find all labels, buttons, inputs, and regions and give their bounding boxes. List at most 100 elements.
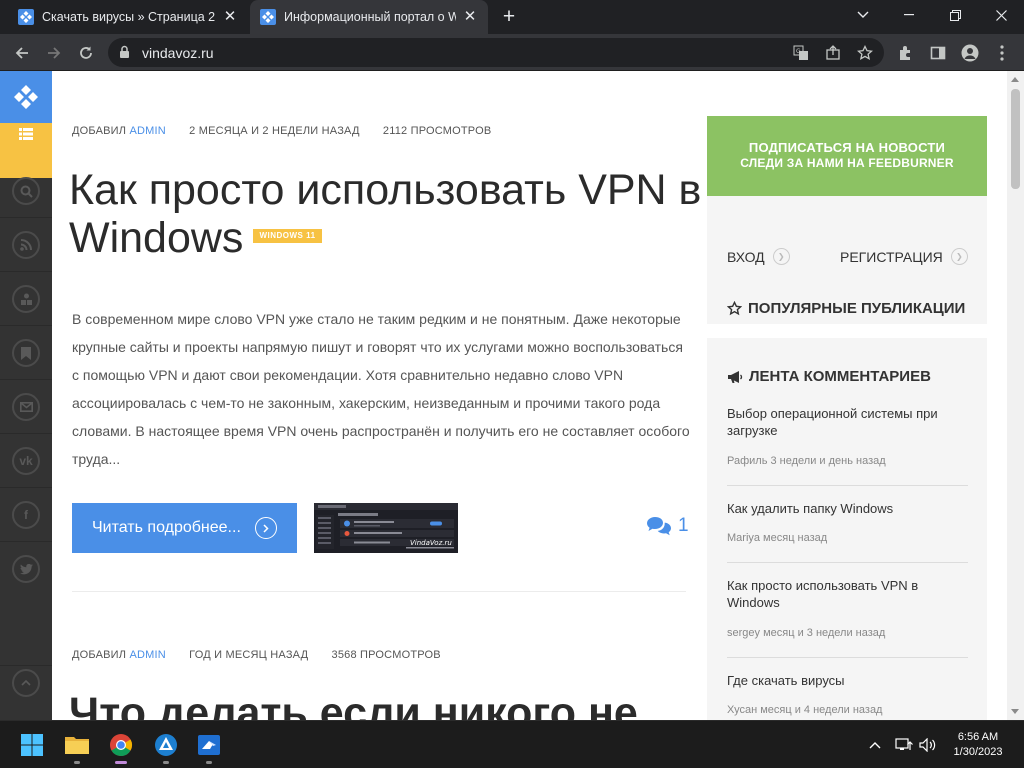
vk-icon[interactable]: vk xyxy=(12,447,40,475)
new-tab-button[interactable]: + xyxy=(498,6,520,28)
tab-search-chevron-icon[interactable] xyxy=(840,0,886,30)
scroll-down-arrow-icon[interactable] xyxy=(1011,709,1019,714)
close-window-button[interactable] xyxy=(978,0,1024,30)
profile-avatar-icon[interactable] xyxy=(956,39,984,67)
subscribe-banner[interactable]: ПОДПИСАТЬСЯ НА НОВОСТИ СЛЕДИ ЗА НАМИ НА … xyxy=(707,116,987,196)
address-bar[interactable]: vindavoz.ru G xyxy=(108,38,884,67)
meta-added-by: ДОБАВИЛ xyxy=(72,125,127,137)
minimize-button[interactable] xyxy=(886,0,932,30)
comment-divider xyxy=(727,485,968,486)
feed-label: ЛЕНТА КОММЕНТАРИЕВ xyxy=(749,368,931,385)
tab-title: Информационный портал о Windows xyxy=(284,10,456,24)
comment-meta: Mariya месяц назад xyxy=(727,532,828,544)
scroll-up-icon[interactable] xyxy=(12,669,40,697)
restore-button[interactable] xyxy=(932,0,978,30)
comment-meta: sergey месяц и 3 недели назад xyxy=(727,627,886,639)
sidebar-divider xyxy=(0,217,52,218)
chrome-menu-icon[interactable] xyxy=(988,39,1016,67)
close-tab-icon[interactable]: ✕ xyxy=(222,9,238,25)
bookmark-star-icon[interactable] xyxy=(855,43,875,63)
search-icon[interactable] xyxy=(12,177,40,205)
windows-taskbar: 6:56 AM 1/30/2023 xyxy=(0,720,1024,768)
meta-added-by: ДОБАВИЛ xyxy=(72,649,127,661)
subscribe-subtitle: СЛЕДИ ЗА НАМИ НА FEEDBURNER xyxy=(740,156,954,170)
lock-icon[interactable] xyxy=(119,45,130,59)
comment-meta: Рафиль 3 недели и день назад xyxy=(727,455,886,467)
browser-tab-strip: Скачать вирусы » Страница 2 ✕ Информацио… xyxy=(0,0,1024,34)
browser-tab[interactable]: Скачать вирусы » Страница 2 ✕ xyxy=(8,0,248,34)
post-excerpt: В современном мире слово VPN уже стало н… xyxy=(72,311,690,467)
megaphone-icon xyxy=(728,370,743,383)
star-icon xyxy=(727,301,742,316)
browser-toolbar: vindavoz.ru G xyxy=(0,34,1024,71)
comment-post-link[interactable]: Как просто использовать VPN в Windows xyxy=(727,577,972,611)
start-menu-icon[interactable] xyxy=(16,729,48,761)
active-app-indicator xyxy=(115,761,127,764)
post-title[interactable]: Как просто использовать VPN в Windows WIN… xyxy=(69,166,709,262)
browser-tab-active[interactable]: Информационный портал о Windows ✕ xyxy=(250,0,488,34)
forward-button[interactable] xyxy=(40,39,68,67)
extensions-icon[interactable] xyxy=(892,39,920,67)
scrollbar-thumb[interactable] xyxy=(1011,89,1020,189)
sidebar-divider xyxy=(0,487,52,488)
tab-title: Скачать вирусы » Страница 2 xyxy=(42,10,216,24)
bookmark-icon[interactable] xyxy=(12,339,40,367)
comments-icon xyxy=(647,517,671,536)
show-hidden-icons-chevron-icon[interactable] xyxy=(860,729,890,761)
side-panel-icon[interactable] xyxy=(924,39,952,67)
site-logo-icon[interactable] xyxy=(0,71,52,123)
register-label: РЕГИСТРАЦИЯ xyxy=(840,248,943,265)
reload-button[interactable] xyxy=(72,39,100,67)
site-favicon-icon xyxy=(260,9,276,25)
chrome-app-icon[interactable] xyxy=(105,729,137,764)
login-link[interactable]: ВХОД ❯ xyxy=(727,248,790,265)
comment-post-link[interactable]: Где скачать вирусы xyxy=(727,672,972,689)
svg-text:G: G xyxy=(796,48,801,55)
left-icon-sidebar: vk f xyxy=(0,71,52,720)
running-indicator xyxy=(206,761,212,764)
system-clock[interactable]: 6:56 AM 1/30/2023 xyxy=(940,730,1016,760)
category-tag[interactable]: WINDOWS 11 xyxy=(253,229,322,243)
close-tab-icon[interactable]: ✕ xyxy=(462,9,478,25)
post-title[interactable]: Что делать если никого не xyxy=(69,689,709,720)
back-button[interactable] xyxy=(8,39,36,67)
popular-posts-heading: ПОПУЛЯРНЫЕ ПУБЛИКАЦИИ xyxy=(727,300,965,317)
url-text[interactable]: vindavoz.ru xyxy=(142,45,214,61)
rss-icon[interactable] xyxy=(12,231,40,259)
page-scrollbar[interactable] xyxy=(1007,71,1024,720)
list-menu-icon xyxy=(19,128,33,140)
post-divider xyxy=(72,591,686,592)
comments-feed-heading: ЛЕНТА КОММЕНТАРИЕВ xyxy=(727,368,931,385)
scroll-up-arrow-icon[interactable] xyxy=(1011,77,1019,82)
sidebar-divider xyxy=(0,541,52,542)
post-thumbnail-image[interactable]: VindaVoz.ru xyxy=(314,503,458,553)
menu-toggle-button[interactable] xyxy=(0,123,52,178)
post-views: 2112 ПРОСМОТРОВ xyxy=(382,125,492,137)
comment-post-link[interactable]: Выбор операционной системы при загрузке xyxy=(727,405,972,439)
clock-time: 6:56 AM xyxy=(957,731,999,743)
post-meta: ДОБАВИЛ ADMIN 2 МЕСЯЦА И 2 НЕДЕЛИ НАЗАД … xyxy=(72,125,491,137)
file-explorer-icon[interactable] xyxy=(61,729,93,764)
author-link[interactable]: ADMIN xyxy=(129,649,165,661)
mail-icon[interactable] xyxy=(12,393,40,421)
users-icon[interactable] xyxy=(12,285,40,313)
volume-icon[interactable] xyxy=(914,729,942,761)
read-more-button[interactable]: Читать подробнее... xyxy=(72,503,297,553)
twitter-icon[interactable] xyxy=(12,555,40,583)
comments-link[interactable]: 1 xyxy=(646,515,689,537)
app-icon-blue-triangle[interactable] xyxy=(150,729,182,764)
share-icon[interactable] xyxy=(823,43,843,63)
author-link[interactable]: ADMIN xyxy=(129,125,165,137)
register-link[interactable]: РЕГИСТРАЦИЯ ❯ xyxy=(840,248,968,265)
comment-count: 1 xyxy=(678,515,689,536)
sidebar-divider xyxy=(0,433,52,434)
post-date: ГОД И МЕСЯЦ НАЗАД xyxy=(189,649,309,661)
running-indicator xyxy=(74,761,80,764)
site-favicon-icon xyxy=(18,9,34,25)
comment-post-link[interactable]: Как удалить папку Windows xyxy=(727,500,972,517)
translate-icon[interactable]: G xyxy=(791,43,811,63)
post-title-text[interactable]: Как просто использовать VPN в Windows xyxy=(69,166,701,262)
comment-divider xyxy=(727,562,968,563)
app-icon-remote[interactable] xyxy=(193,729,225,764)
facebook-icon[interactable]: f xyxy=(12,501,40,529)
